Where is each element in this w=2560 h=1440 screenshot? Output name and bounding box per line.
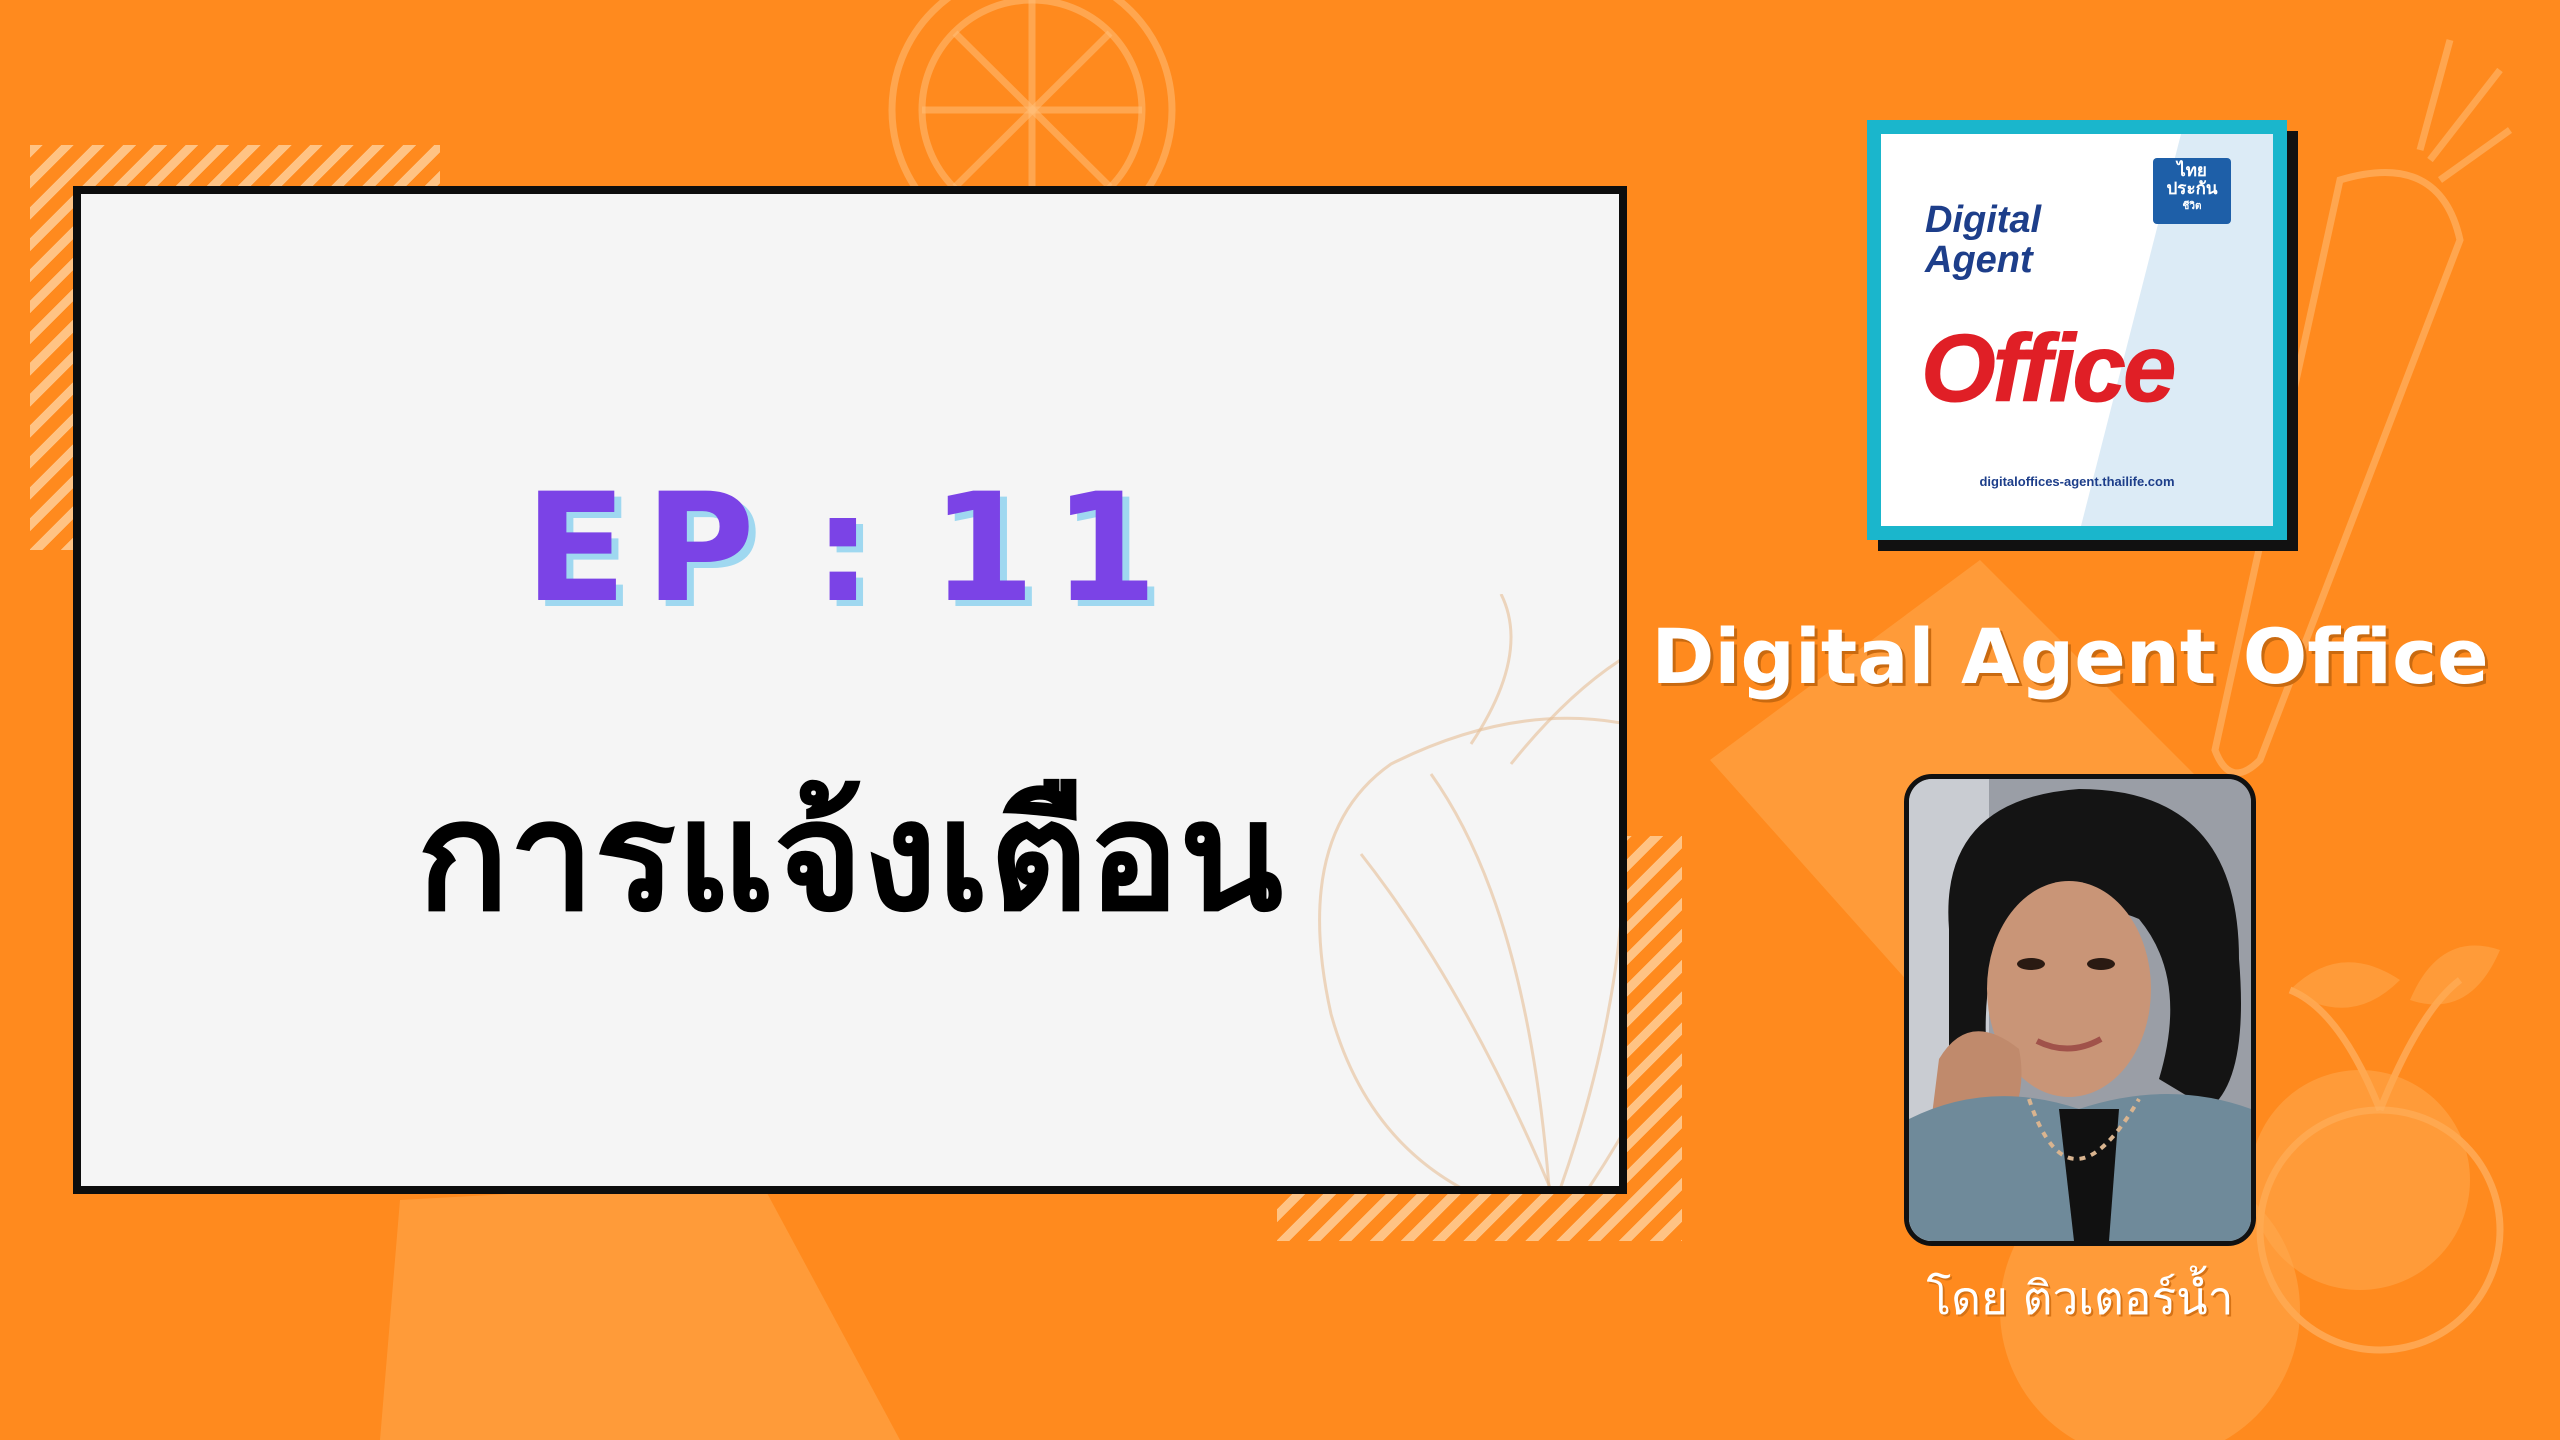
presenter-photo [1904, 774, 2256, 1246]
episode-separator: : [812, 462, 891, 636]
logo-line-digital: Digital [1925, 199, 2042, 241]
logo-wordmark: Digital Agent [1925, 200, 2041, 280]
episode-label: EP [524, 462, 773, 636]
brand-line-1: ไทย [2177, 161, 2207, 180]
presenter-portrait [1909, 779, 2251, 1241]
thailife-brand-badge: ไทย ประกัน ชีวิต [2153, 158, 2231, 224]
logo-url: digitaloffices-agent.thailife.com [1979, 474, 2175, 489]
channel-title: Digital Agent Office [1651, 612, 2489, 701]
topic-title: การแจ้งเตือน [416, 768, 1284, 945]
episode-number: 11 [930, 462, 1176, 636]
logo-line-agent: Agent [1925, 239, 2033, 281]
presenter-byline: โดย ติวเตอร์น้ำ [1926, 1271, 2234, 1325]
episode-number-heading: EP:11 [81, 462, 1619, 636]
logo-office-text: Office [1920, 315, 2176, 423]
brand-line-3: ชีวิต [2182, 201, 2202, 212]
digital-agent-office-logo: Digital Agent Office digitaloffices-agen… [1867, 120, 2287, 540]
brand-line-2: ประกัน [2166, 179, 2218, 198]
episode-card: EP:11 การแจ้งเตือน [73, 186, 1627, 1194]
